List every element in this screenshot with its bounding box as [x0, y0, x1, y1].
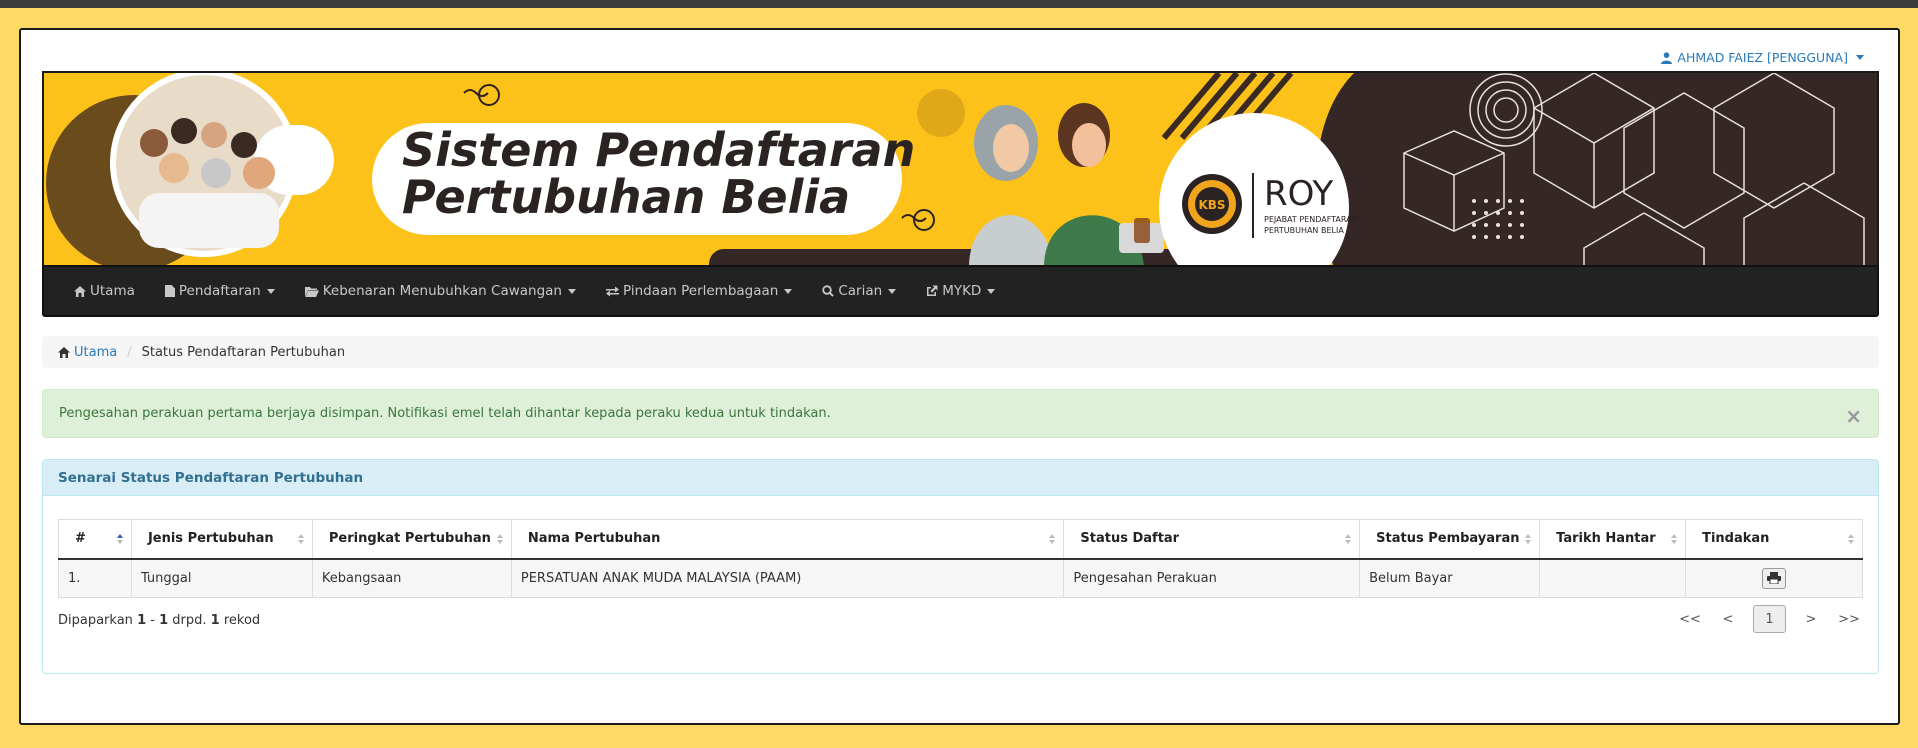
panel-title: Senarai Status Pendaftaran Pertubuhan [43, 460, 1878, 496]
page-current-button[interactable]: 1 [1753, 605, 1786, 633]
sort-icon [1049, 534, 1057, 546]
col-header-no[interactable]: # [58, 519, 132, 560]
page-next-button[interactable]: > [1792, 605, 1830, 633]
user-menu[interactable]: AHMAD FAIEZ [PENGGUNA] [1661, 50, 1864, 65]
logo-sub1: PEJABAT PENDAFTARAN [1264, 215, 1358, 224]
sort-icon [1848, 534, 1856, 546]
print-button[interactable] [1762, 567, 1787, 589]
page-prev-button[interactable]: < [1709, 605, 1747, 633]
alert-message: Pengesahan perakuan pertama berjaya disi… [59, 406, 831, 421]
chevron-down-icon [266, 288, 275, 294]
record-count: Dipaparkan 1 - 1 drpd. 1 rekod [58, 613, 261, 628]
nav-carian-label: Carian [838, 283, 883, 299]
nav-utama-label: Utama [90, 283, 135, 299]
nav-kebenaran-cawangan[interactable]: Kebenaran Menubuhkan Cawangan [304, 283, 576, 299]
logo-sub2: PERTUBUHAN BELIA [1264, 226, 1344, 235]
kbs-logo: KBS [1182, 174, 1242, 234]
col-header-peringkat[interactable]: Peringkat Pertubuhan [311, 519, 512, 560]
nav-utama[interactable]: Utama [74, 283, 135, 299]
cell-peringkat: Kebangsaan [311, 558, 512, 598]
share-icon [927, 285, 938, 296]
user-name: AHMAD FAIEZ [PENGGUNA] [1677, 50, 1848, 65]
breadcrumb-home[interactable]: Utama [58, 345, 117, 360]
col-header-nama[interactable]: Nama Pertubuhan [510, 519, 1065, 560]
sort-icon [1345, 534, 1353, 546]
breadcrumb: Utama / Status Pendaftaran Pertubuhan [42, 336, 1879, 368]
banner-title-line2: Pertubuhan Belia [402, 170, 850, 224]
banner-art: Sistem Pendaftaran Pertubuhan Belia KBS … [44, 73, 1877, 265]
sort-icon [297, 534, 306, 546]
print-icon [1767, 572, 1782, 585]
page-first-button[interactable]: << [1671, 605, 1709, 633]
nav-pendaftaran[interactable]: Pendaftaran [164, 283, 275, 299]
file-icon [164, 285, 175, 297]
page-frame: AHMAD FAIEZ [PENGGUNA] Sistem Pendaftara… [19, 28, 1900, 725]
breadcrumb-current: Status Pendaftaran Pertubuhan [141, 344, 346, 360]
nav-pindaan-label: Pindaan Perlembagaan [622, 283, 779, 299]
cell-tindakan [1685, 558, 1863, 598]
cell-jenis: Tunggal [130, 558, 313, 598]
header-banner: Sistem Pendaftaran Pertubuhan Belia KBS … [42, 71, 1879, 265]
banner-title-line1: Sistem Pendaftaran [402, 123, 915, 177]
nav-pindaan-perlembagaan[interactable]: Pindaan Perlembagaan [605, 283, 793, 299]
home-icon [58, 346, 70, 358]
cell-tarikh [1539, 558, 1687, 598]
nav-mykd-label: MYKD [942, 283, 982, 299]
chevron-down-icon [888, 288, 897, 294]
nav-kebenaran-label: Kebenaran Menubuhkan Cawangan [322, 283, 562, 299]
table-header-row: # Jenis Pertubuhan Peringkat Pertubuhan … [58, 519, 1863, 560]
nav-mykd[interactable]: MYKD [926, 283, 996, 299]
window-top-bar [0, 0, 1918, 8]
col-header-status-bayar[interactable]: Status Pembayaran [1359, 519, 1541, 560]
col-header-tindakan[interactable]: Tindakan [1685, 519, 1863, 560]
page-last-button[interactable]: >> [1830, 605, 1868, 633]
pagination: << < 1 > >> [1671, 605, 1868, 633]
nav-carian[interactable]: Carian [822, 283, 897, 299]
sort-icon [1525, 534, 1533, 546]
table-row: 1. Tunggal Kebangsaan PERSATUAN ANAK MUD… [58, 558, 1863, 598]
nav-pendaftaran-label: Pendaftaran [178, 283, 261, 299]
search-icon [822, 285, 835, 297]
chevron-down-icon [1856, 55, 1864, 60]
breadcrumb-home-label: Utama [74, 344, 118, 360]
sort-icon [496, 534, 505, 546]
logo-name: ROY [1264, 174, 1334, 214]
cell-status-bayar: Belum Bayar [1359, 558, 1541, 598]
cell-nama: PERSATUAN ANAK MUDA MALAYSIA (PAAM) [510, 558, 1065, 598]
cell-status-daftar: Pengesahan Perakuan [1063, 558, 1361, 598]
sort-icon [1671, 534, 1679, 546]
transfer-icon [605, 286, 619, 296]
close-icon[interactable]: × [1845, 406, 1862, 426]
sort-asc-icon [116, 534, 125, 546]
col-header-jenis[interactable]: Jenis Pertubuhan [130, 519, 313, 560]
col-header-tarikh[interactable]: Tarikh Hantar [1539, 519, 1687, 560]
kbs-badge-text: KBS [1198, 198, 1225, 212]
user-icon [1661, 51, 1673, 64]
status-panel: Senarai Status Pendaftaran Pertubuhan # … [42, 459, 1879, 674]
chevron-down-icon [987, 288, 996, 294]
main-navbar: Utama Pendaftaran Kebenaran Menubuhkan C… [42, 265, 1879, 317]
breadcrumb-separator: / [127, 344, 132, 360]
success-alert: Pengesahan perakuan pertama berjaya disi… [42, 389, 1879, 438]
col-header-status-daftar[interactable]: Status Daftar [1063, 519, 1361, 560]
folder-open-icon [304, 286, 319, 297]
chevron-down-icon [784, 288, 793, 294]
cell-no: 1. [58, 558, 132, 598]
chevron-down-icon [567, 288, 576, 294]
home-icon [74, 285, 86, 297]
status-table: # Jenis Pertubuhan Peringkat Pertubuhan … [58, 519, 1863, 598]
